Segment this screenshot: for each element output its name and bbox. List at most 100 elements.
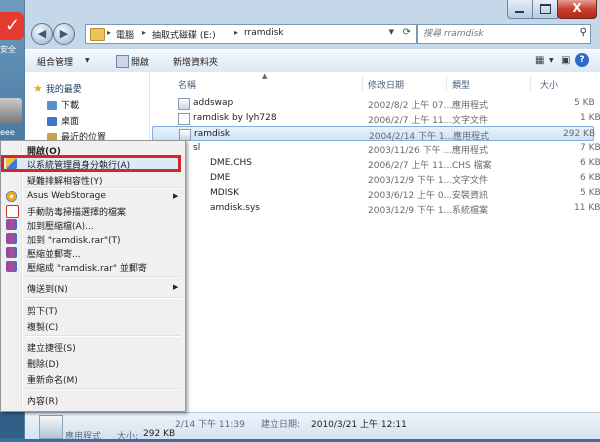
table-row[interactable]: DME 2003/12/9 下午 1... 文字文件 6 KB (152, 171, 600, 186)
created-value: 2010/3/21 上午 12:11 (311, 420, 407, 430)
file-type-detail: 應用程式 (65, 432, 102, 442)
file-size: 5 KB (580, 188, 600, 198)
file-type: 文字文件 (452, 176, 489, 186)
column-header-date[interactable]: 修改日期 (368, 78, 404, 91)
arrow-left-icon: ◀ (37, 27, 47, 40)
annotation-highlight-box (1, 155, 181, 172)
help-button[interactable]: ? (575, 53, 589, 67)
submenu-arrow-icon: ▶ (173, 192, 179, 200)
menu-separator (25, 276, 181, 278)
menu-item-delete[interactable]: 刪除(D) (27, 357, 59, 370)
search-box[interactable]: ⚲ (417, 24, 591, 44)
menu-item-rename[interactable]: 重新命名(M) (27, 373, 78, 386)
file-name: MDISK (210, 188, 239, 198)
menu-item-copy[interactable]: 複製(C) (27, 320, 58, 333)
desktop-shortcut-icon[interactable] (0, 98, 22, 124)
table-row[interactable]: DME.CHS 2006/2/7 上午 11... CHS 檔案 6 KB (152, 156, 600, 171)
table-row[interactable]: amdisk.sys 2003/12/9 下午 1... 系統檔案 11 KB (152, 201, 600, 216)
column-header-size[interactable]: 大小 (540, 78, 558, 91)
column-separator[interactable] (362, 75, 363, 91)
file-size: 5 KB (574, 98, 595, 108)
file-type: 應用程式 (452, 101, 489, 111)
menu-item-send-to[interactable]: 傳送到(N) (27, 282, 68, 295)
submenu-arrow-icon: ▶ (173, 283, 179, 291)
menu-item-add-to-rar[interactable]: 加到 "ramdisk.rar"(T) (27, 233, 121, 246)
menu-item-troubleshoot-compatibility[interactable]: 疑難排解相容性(Y) (27, 174, 103, 187)
file-date: 2006/2/7 上午 11... (368, 161, 453, 171)
search-input[interactable] (421, 26, 575, 42)
favorites-label: 我的最愛 (45, 85, 82, 95)
file-type: 文字文件 (452, 116, 489, 126)
table-row[interactable]: MDISK 2003/6/12 上午 0... 安裝資訊 5 KB (152, 186, 600, 201)
navigation-bar: ◀ ▶ ▸ 電腦 ▸ 抽取式磁碟 (E:) ▸ rramdisk ▼ ⟳ ⚲ (25, 21, 600, 47)
chevron-right-icon: ▸ (234, 28, 239, 37)
open-button[interactable]: 開啟 (131, 55, 149, 68)
table-row[interactable]: ramdisk by lyh728 2006/2/7 上午 11... 文字文件… (152, 111, 600, 126)
file-preview-icon (39, 415, 63, 439)
forward-button[interactable]: ▶ (53, 23, 75, 45)
chevron-right-icon: ▸ (107, 28, 112, 37)
column-separator[interactable] (530, 75, 531, 91)
winrar-icon (6, 261, 17, 272)
antivirus-icon (6, 205, 19, 218)
file-date: 2006/2/7 上午 11... (368, 116, 453, 126)
back-button[interactable]: ◀ (31, 23, 53, 45)
menu-item-add-to-archive[interactable]: 加到壓縮檔(A)... (27, 219, 94, 232)
menu-separator (25, 388, 181, 390)
created-label: 建立日期: (261, 420, 301, 430)
menu-item-cut[interactable]: 剪下(T) (27, 304, 58, 317)
menu-item-compress-rar-email[interactable]: 壓縮成 "ramdisk.rar" 並郵寄 (27, 261, 147, 274)
file-name: ramdisk (194, 129, 231, 139)
breadcrumb-folder[interactable]: rramdisk (244, 28, 284, 38)
column-separator[interactable] (446, 75, 447, 91)
file-size: 292 KB (563, 129, 596, 139)
modified-date: 2/14 下午 11:39 (175, 420, 245, 430)
menu-item-virus-scan[interactable]: 手動防毒掃描選擇的檔案 (27, 205, 126, 218)
organize-button[interactable]: 組合管理 (37, 55, 73, 68)
menu-item-create-shortcut[interactable]: 建立捷徑(S) (27, 341, 76, 354)
table-row[interactable]: sl 2003/11/26 下午 ... 應用程式 7 KB (152, 141, 600, 156)
new-folder-button[interactable]: 新增資料夾 (173, 55, 218, 68)
column-header-type[interactable]: 類型 (452, 78, 470, 91)
search-icon[interactable]: ⚲ (580, 27, 587, 38)
preview-pane-icon[interactable]: ▣ (561, 55, 570, 66)
text-file-icon (178, 113, 190, 125)
file-name: DME.CHS (210, 158, 253, 168)
nav-item-desktop[interactable]: 桌面 (47, 114, 79, 127)
maximize-button[interactable] (532, 0, 558, 19)
menu-separator (25, 297, 181, 299)
file-size: 11 KB (574, 203, 600, 213)
address-bar[interactable]: ▸ 電腦 ▸ 抽取式磁碟 (E:) ▸ rramdisk ▼ ⟳ (85, 24, 417, 44)
chevron-down-icon[interactable]: ▼ (549, 57, 554, 64)
chevron-down-icon[interactable]: ▼ (389, 28, 394, 36)
file-name: addswap (193, 98, 234, 108)
breadcrumb-drive[interactable]: 抽取式磁碟 (E:) (152, 28, 216, 41)
favorites-header[interactable]: ★ 我的最愛 (33, 82, 82, 95)
file-date: 2003/12/9 下午 1... (368, 176, 453, 186)
breadcrumb-computer[interactable]: 電腦 (116, 28, 134, 41)
nav-item-downloads[interactable]: 下載 (47, 98, 79, 111)
size-label: 大小: (117, 432, 139, 442)
context-menu: 開啟(O) 以系統管理員身分執行(A) 疑難排解相容性(Y) Asus WebS… (0, 140, 186, 412)
menu-item-properties[interactable]: 內容(R) (27, 394, 58, 407)
file-name: ramdisk by lyh728 (193, 113, 277, 123)
minimize-button[interactable] (507, 0, 533, 19)
menu-item-asus-webstorage[interactable]: Asus WebStorage (27, 191, 106, 201)
chevron-down-icon: ▼ (85, 57, 90, 64)
menu-item-compress-email[interactable]: 壓縮並郵寄... (27, 247, 81, 260)
desktop-icon-label: 安全 (0, 45, 16, 54)
desktop-folder-icon (47, 117, 57, 126)
file-name: amdisk.sys (210, 203, 260, 213)
column-header-name[interactable]: 名稱 (178, 78, 196, 91)
table-row[interactable]: addswap 2002/8/2 上午 07... 應用程式 5 KB (152, 96, 595, 111)
refresh-icon[interactable]: ⟳ (403, 27, 411, 38)
view-options-icon[interactable]: ▦ (535, 55, 544, 66)
close-button[interactable]: X (557, 0, 597, 19)
winrar-icon (6, 247, 17, 258)
menu-gutter (21, 143, 23, 407)
file-size: 1 KB (580, 113, 600, 123)
menu-separator (25, 187, 181, 189)
antivirus-desktop-icon[interactable] (0, 12, 24, 40)
file-type: 系統檔案 (452, 206, 489, 216)
table-row-selected[interactable]: ramdisk 2004/2/14 下午 1... 應用程式 292 KB (152, 126, 596, 142)
